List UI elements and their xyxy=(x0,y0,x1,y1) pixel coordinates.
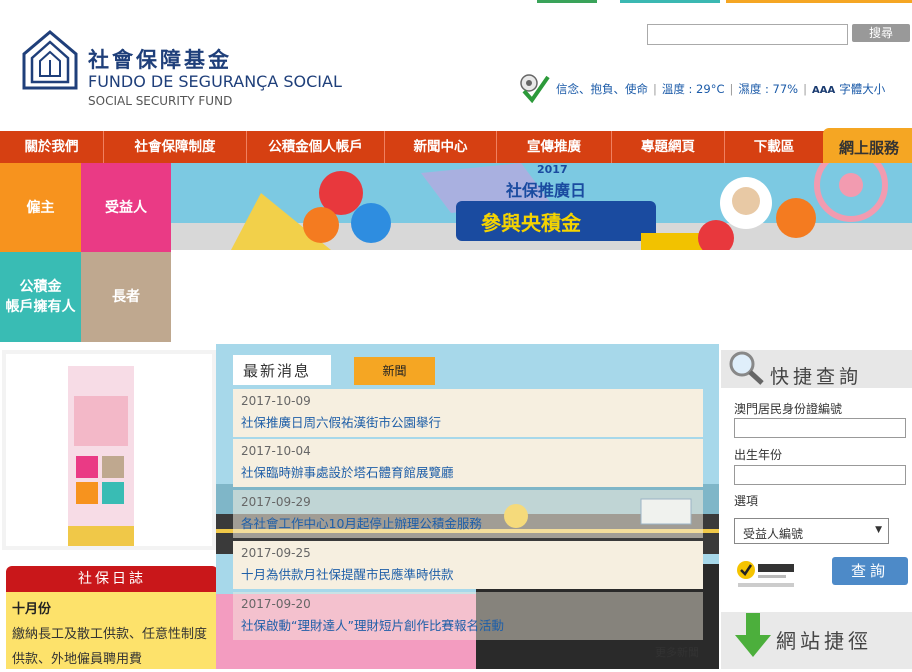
search-input[interactable] xyxy=(647,24,848,45)
birth-year-label: 出生年份 xyxy=(734,448,783,462)
norton-secured-icon xyxy=(736,556,798,590)
news-date: 2017-09-29 xyxy=(241,495,311,509)
nav-item-provident-account[interactable]: 公積金個人帳戶 xyxy=(247,131,385,163)
id-number-input[interactable] xyxy=(734,418,906,438)
banner-title: 社保推廣日 xyxy=(506,181,587,200)
news-link[interactable]: 社保推廣日周六假祐漢街市公園舉行 xyxy=(241,412,703,431)
font-size-icon[interactable]: AAA xyxy=(812,82,835,96)
news-date: 2017-09-20 xyxy=(241,597,311,611)
news-link[interactable]: 各社會工作中心10月起停止辦理公積金服務 xyxy=(241,513,703,532)
quick-search-title: 快捷查詢 xyxy=(770,366,863,388)
website-links-title: 網站捷徑 xyxy=(776,629,872,653)
tile-elderly[interactable]: 長者 xyxy=(81,252,171,342)
top-accent-line xyxy=(0,0,912,3)
news-date: 2017-09-25 xyxy=(241,546,311,560)
news-date: 2017-10-04 xyxy=(241,444,311,458)
poster-image xyxy=(68,366,134,546)
org-name-pt: FUNDO DE SEGURANÇA SOCIAL xyxy=(88,72,342,91)
news-item[interactable]: 2017-10-09 社保推廣日周六假祐漢街市公園舉行 xyxy=(233,389,703,437)
tile-employer[interactable]: 僱主 xyxy=(0,163,81,252)
news-item[interactable]: 2017-09-25 十月為供款月社保提醒市民應準時供款 xyxy=(233,541,703,589)
org-name-en: SOCIAL SECURITY FUND xyxy=(88,94,233,108)
option-select-value: 受益人編號 xyxy=(743,527,804,541)
diary-month: 十月份 xyxy=(12,602,52,617)
temperature-text: 溫度 : 29°C xyxy=(661,82,725,96)
org-name-zh: 社會保障基金 xyxy=(88,48,232,72)
logo-icon[interactable] xyxy=(22,30,78,90)
id-number-label: 澳門居民身份證編號 xyxy=(734,402,843,416)
tile-beneficiary[interactable]: 受益人 xyxy=(81,163,171,252)
nav-item-social-security[interactable]: 社會保障制度 xyxy=(104,131,247,163)
humidity-text: 濕度 : 77% xyxy=(738,82,799,96)
diary-text[interactable]: 繳納長工及散工供款、任意性制度供款、外地僱員聘用費 xyxy=(12,622,212,672)
news-link[interactable]: 十月為供款月社保提醒市民應準時供款 xyxy=(241,564,703,583)
tab-news[interactable]: 新聞 xyxy=(354,357,435,385)
news-link[interactable]: 社保啟動“理財達人”理財短片創作比賽報名活動 xyxy=(241,615,703,634)
banner-slogan: 參與央積金 xyxy=(481,211,581,235)
news-section-title: 最新消息 xyxy=(233,355,331,385)
motto-link[interactable]: 信念、抱負、使命 xyxy=(556,81,648,97)
nav-item-special-pages[interactable]: 專題網頁 xyxy=(612,131,725,163)
news-date: 2017-10-09 xyxy=(241,394,311,408)
main-nav: 關於我們 社會保障制度 公積金個人帳戶 新聞中心 宣傳推廣 專題網頁 下載區 xyxy=(0,131,912,163)
search-button[interactable]: 搜尋 xyxy=(852,24,910,42)
option-select[interactable]: 受益人編號 ▼ xyxy=(734,518,889,544)
magnifier-icon xyxy=(726,350,766,390)
nav-item-downloads[interactable]: 下載區 xyxy=(725,131,823,163)
chevron-down-icon: ▼ xyxy=(875,525,882,535)
quick-search-submit-button[interactable]: 查詢 xyxy=(832,557,908,585)
news-item[interactable]: 2017-09-20 社保啟動“理財達人”理財短片創作比賽報名活動 xyxy=(233,592,703,640)
diary-title: 社保日誌 xyxy=(6,566,218,592)
news-item[interactable]: 2017-10-04 社保臨時辦事處設於塔石體育館展覽廳 xyxy=(233,439,703,487)
news-item[interactable]: 2017-09-29 各社會工作中心10月起停止辦理公積金服務 xyxy=(233,490,703,538)
font-size-label[interactable]: 字體大小 xyxy=(839,81,885,97)
tile-account-holder-line2: 帳戶擁有人 xyxy=(5,299,76,315)
promo-banner[interactable]: 2017 社保推廣日 參與央積金 xyxy=(171,163,912,250)
nav-item-promotion[interactable]: 宣傳推廣 xyxy=(497,131,612,163)
option-label: 選項 xyxy=(734,494,759,508)
banner-year: 2017 xyxy=(537,163,568,176)
tile-account-holder-line1: 公積金 xyxy=(19,279,62,295)
more-news-link[interactable]: 更多新聞 xyxy=(655,644,699,660)
nav-item-news-center[interactable]: 新聞中心 xyxy=(385,131,497,163)
news-link[interactable]: 社保臨時辦事處設於塔石體育館展覽廳 xyxy=(241,462,703,481)
check-badge-icon xyxy=(518,73,550,106)
tile-account-holder[interactable]: 公積金 帳戶擁有人 xyxy=(0,252,81,342)
birth-year-input[interactable] xyxy=(734,465,906,485)
provident-poster-ad[interactable] xyxy=(2,350,216,550)
arrow-down-icon xyxy=(735,613,771,663)
nav-item-about[interactable]: 關於我們 xyxy=(0,131,104,163)
online-service-button[interactable]: 網上服務 xyxy=(823,128,912,168)
info-bar: 信念、抱負、使命 | 溫度 : 29°C | 濕度 : 77% | AAA 字體… xyxy=(518,73,885,106)
